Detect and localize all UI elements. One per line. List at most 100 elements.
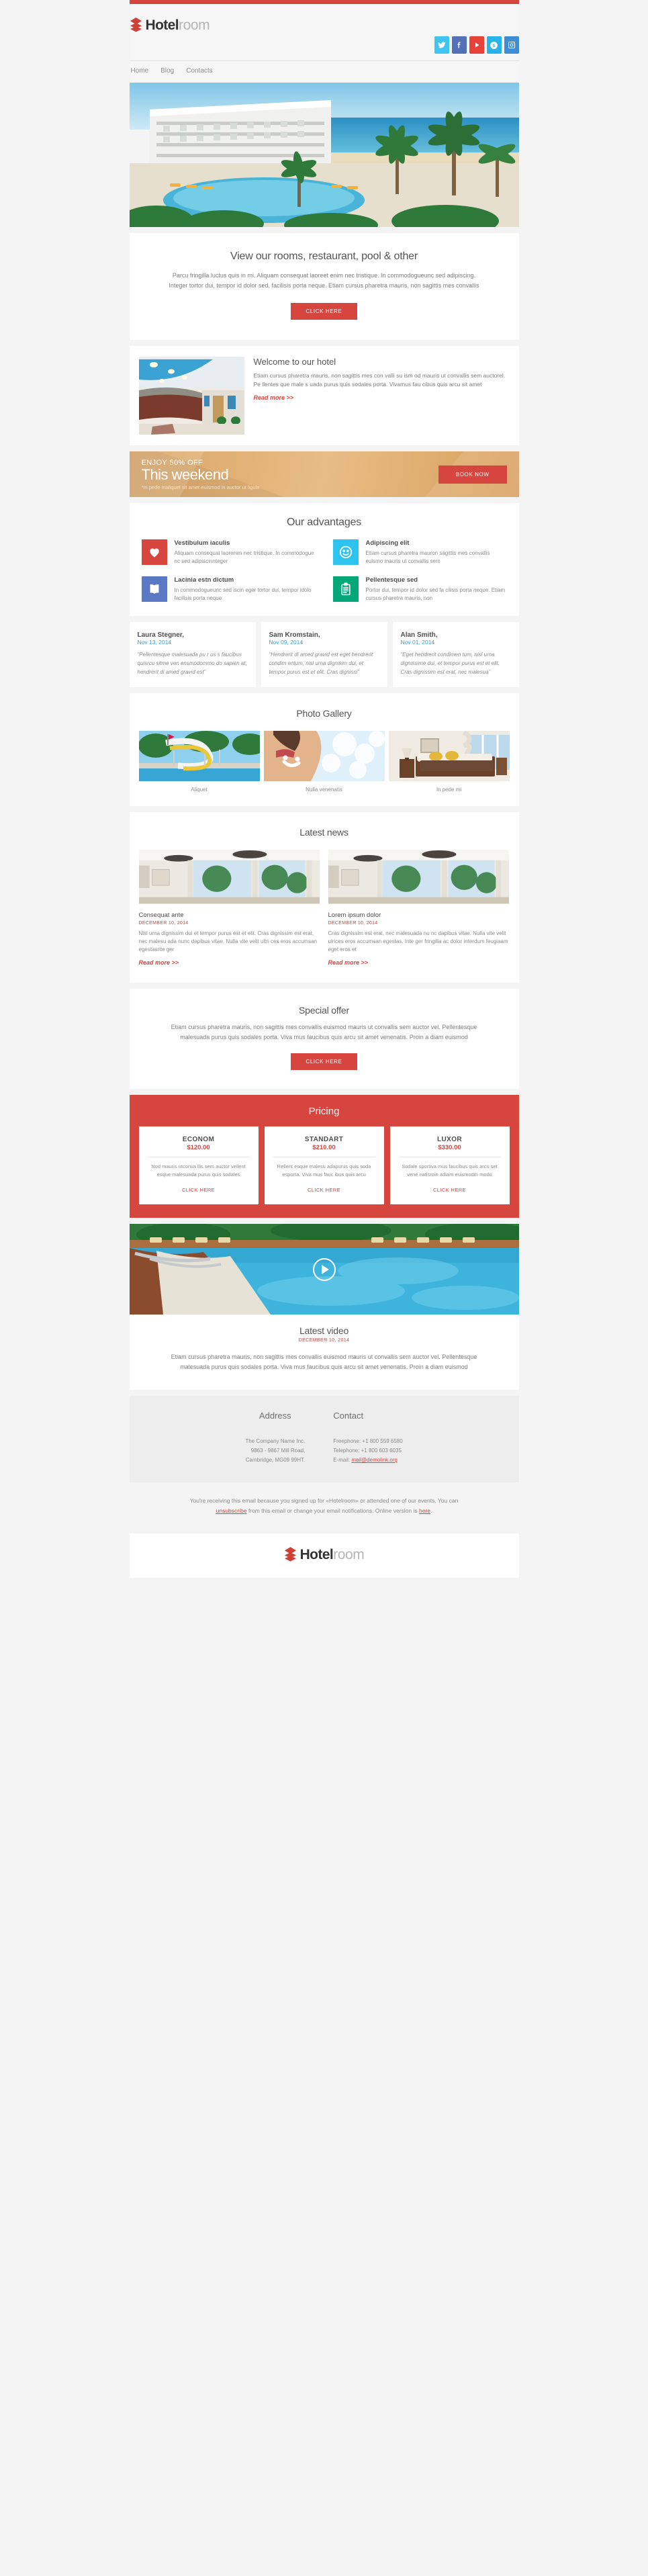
advantage-item: Lacinia estn dictum In commodogueunc sed… — [141, 576, 316, 603]
gallery-item[interactable]: Aliquet — [138, 731, 260, 793]
gallery-image-bedroom — [388, 731, 510, 781]
advantage-title: Lacinia estn dictum — [174, 576, 234, 584]
advantage-text: Portor dui, tempor id dolor sed fa cilis… — [365, 587, 506, 601]
footer-logo-text-primary: Hotel — [299, 1546, 334, 1562]
pricing-plan-card: STANDART $210.00 Rellent esque malesu ad… — [264, 1126, 384, 1204]
special-offer-cta-button[interactable]: CLICK HERE — [291, 1053, 357, 1070]
news-item-title: Consequat ante — [138, 912, 184, 919]
nav-item-home[interactable]: Home — [131, 67, 149, 75]
news-section: Latest news Consequat ante DECEMBER 10, … — [129, 812, 519, 983]
disclaimer: You're receiving this email because you … — [130, 1482, 519, 1534]
plan-name: STANDART — [304, 1136, 344, 1143]
video-thumbnail[interactable] — [129, 1224, 519, 1315]
advantage-text: Etiam cursus pharetra mauron sagittis me… — [365, 550, 490, 564]
svg-text:S: S — [492, 43, 496, 48]
testimonial-quote: “Pellentesque malesuada pu r us s faucib… — [137, 652, 247, 675]
welcome-readmore-link[interactable]: Read more >> — [254, 394, 294, 401]
plan-name: LUXOR — [437, 1136, 462, 1143]
promo-book-now-button[interactable]: BOOK NOW — [438, 465, 507, 484]
video-date: DECEMBER 10, 2014 — [298, 1338, 350, 1343]
advantages-section: Our advantages Vestibulum iaculis Aliqua… — [129, 503, 519, 616]
welcome-section: Welcome to our hotel Etiam cursus pharet… — [129, 346, 519, 445]
gallery-item[interactable]: Nulla venenatis — [263, 731, 385, 793]
advantages-title: Our advantages — [286, 517, 362, 528]
testimonial-name: Sam Kromstain, — [269, 631, 320, 639]
advantage-item: Pellentesque sed Portor dui, tempor id d… — [332, 576, 507, 603]
footer-email-link[interactable]: mail@demolink.org — [351, 1457, 398, 1463]
unsubscribe-link[interactable]: unsubscribe — [216, 1507, 247, 1514]
footer-section: Address The Company Name Inc. 9863 - 986… — [129, 1396, 519, 1482]
pricing-plan-card: LUXOR $330.00 Sodale sportiva mus faucib… — [389, 1126, 510, 1204]
footer-logo-text-secondary: room — [333, 1546, 365, 1562]
plan-cta-link[interactable]: CLICK HERE — [308, 1187, 340, 1193]
video-text: Etiam cursus pharetra mauris, non sagitt… — [171, 1353, 477, 1370]
special-offer-section: Special offer Etiam cursus pharetra maur… — [129, 989, 519, 1089]
news-image — [138, 850, 320, 905]
pricing-section: Pricing ECONOM $120.00 Nod mauris utconv… — [129, 1095, 519, 1218]
lobby-image — [138, 357, 244, 435]
news-readmore-link[interactable]: Read more >> — [328, 959, 369, 966]
footer-address-column: Address The Company Name Inc. 9863 - 986… — [245, 1411, 305, 1465]
main-nav: Home Blog Contacts — [130, 61, 519, 83]
special-offer-title: Special offer — [299, 1005, 349, 1016]
footer-email-label: E-mail: — [333, 1457, 351, 1463]
footer-logo-block: Hotel room — [129, 1534, 519, 1578]
advantage-title: Adipiscing elit — [365, 539, 410, 547]
social-twitter[interactable] — [434, 36, 449, 54]
testimonial-card: Alan Smith, Nov 01, 2014 “Eget hendrerit… — [392, 622, 519, 687]
advantage-text: Aliquam consequat laorenim nec tristique… — [174, 550, 314, 564]
online-version-link[interactable]: here — [419, 1507, 430, 1514]
logo-text-secondary: room — [179, 17, 210, 33]
welcome-title: Welcome to our hotel — [253, 357, 336, 367]
plan-price: $330.00 — [438, 1144, 461, 1151]
news-image — [328, 850, 510, 905]
hero-image — [129, 83, 519, 227]
social-instagram[interactable] — [504, 36, 519, 54]
disclaimer-text-1: You're receiving this email because you … — [189, 1497, 459, 1504]
gallery-caption: Nulla venenatis — [306, 787, 342, 793]
plan-price: $120.00 — [187, 1144, 210, 1151]
testimonial-name: Laura Stegner, — [137, 631, 184, 639]
testimonial-quote: “Hendrerit di amed gravid est eget hendr… — [269, 652, 373, 675]
intro-cta-button[interactable]: CLICK HERE — [291, 303, 357, 320]
promo-headline: This weekend — [141, 465, 229, 483]
footer-address-line3: Cambridge, MG09 99HT. — [245, 1457, 306, 1463]
promo-banner: ENJOY 50% OFF This weekend *In pede mali… — [129, 451, 519, 497]
pricing-title: Pricing — [308, 1106, 340, 1117]
email-page: Hotel room S Home Blog Contacts View our… — [0, 0, 648, 1578]
gallery-item[interactable]: In pede mi — [388, 731, 510, 793]
logo-text-primary: Hotel — [145, 17, 179, 33]
plan-name: ECONOM — [182, 1136, 215, 1143]
plan-cta-link[interactable]: CLICK HERE — [182, 1187, 215, 1193]
plan-description: Rellent esque malesu adapurus quis soda … — [277, 1163, 371, 1178]
plan-cta-link[interactable]: CLICK HERE — [433, 1187, 466, 1193]
footer-contact-heading: Contact — [333, 1411, 364, 1421]
promo-kicker: ENJOY 50% OFF — [141, 458, 203, 467]
logo[interactable]: Hotel room — [130, 17, 210, 32]
gallery-caption: In pede mi — [436, 787, 462, 793]
news-readmore-link[interactable]: Read more >> — [139, 959, 179, 966]
nav-item-blog[interactable]: Blog — [160, 67, 174, 75]
social-facebook[interactable] — [451, 36, 467, 54]
logo-diamond-icon — [284, 1547, 297, 1562]
social-skype[interactable]: S — [486, 36, 502, 54]
play-button-icon[interactable] — [312, 1257, 336, 1281]
advantage-text: In commodogueunc sed iscin eger tortor d… — [174, 587, 312, 601]
intro-section: View our rooms, restaurant, pool & other… — [129, 233, 519, 340]
pricing-plan-card: ECONOM $120.00 Nod mauris utconva llis s… — [138, 1126, 259, 1204]
footer-logo[interactable]: Hotel room — [284, 1547, 365, 1562]
book-icon — [141, 576, 167, 602]
video-section: Latest video DECEMBER 10, 2014 Etiam cur… — [129, 1224, 519, 1390]
advantage-title: Vestibulum iaculis — [174, 539, 230, 547]
smiley-icon — [332, 539, 359, 565]
plan-description: Nod mauris utconva llis sem auctor velle… — [151, 1163, 246, 1178]
welcome-text: Etiam cursus pharetra mauris, non sagitt… — [253, 372, 506, 388]
news-item: Consequat ante DECEMBER 10, 2014 Nisl ur… — [138, 850, 320, 968]
footer-freephone: Freephone: +1 800 559 6580 — [333, 1438, 403, 1444]
news-item-title: Lorem ipsum dolor — [328, 912, 381, 919]
plan-description: Sodale sportiva mus faucibus quis arcu s… — [402, 1163, 498, 1178]
disclaimer-text-2: from this email or change your email not… — [246, 1507, 419, 1514]
logo-diamond-icon — [130, 17, 142, 32]
nav-item-contacts[interactable]: Contacts — [186, 67, 212, 75]
social-youtube[interactable] — [469, 36, 484, 54]
